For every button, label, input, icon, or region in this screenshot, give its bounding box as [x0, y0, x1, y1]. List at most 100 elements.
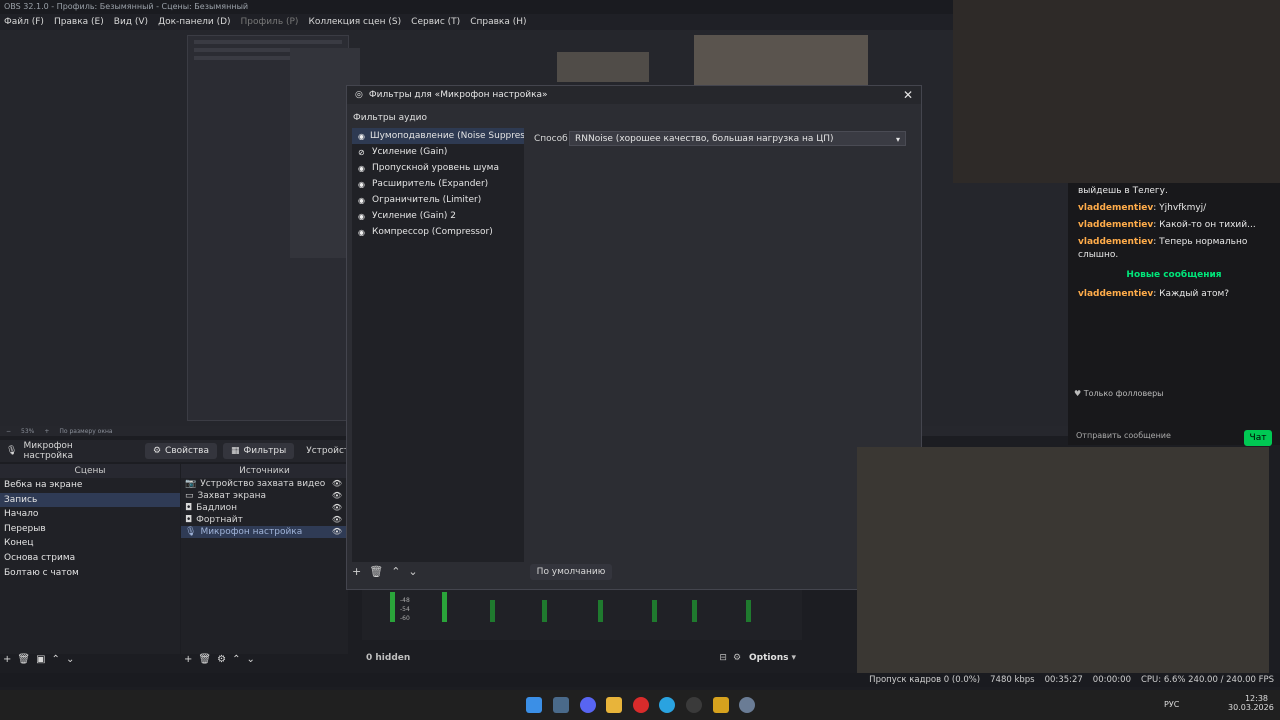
filter-icon: ▦	[231, 446, 240, 456]
move-down-icon[interactable]: ⌄	[66, 654, 74, 665]
visibility-eye-icon[interactable]: ◉	[358, 228, 367, 237]
language-indicator[interactable]: РУС	[1164, 700, 1179, 709]
menu-help[interactable]: Справка (H)	[470, 17, 526, 27]
layout-icon[interactable]: ⊟	[719, 653, 727, 663]
visibility-eye-icon[interactable]: 👁	[332, 514, 342, 526]
chat-message: vladdementiev: Теперь нормально слышно.	[1078, 237, 1248, 260]
discord-icon[interactable]	[580, 697, 596, 713]
source-item-selected[interactable]: 🎙 Микрофон настройка 👁	[181, 526, 348, 538]
source-item[interactable]: ▭ Захват экрана 👁	[181, 490, 348, 502]
audio-mixer: -48 -54 -60	[362, 588, 802, 640]
chevron-down-icon: ▾	[895, 135, 900, 144]
move-up-icon[interactable]: ⌃	[52, 654, 60, 665]
scene-item[interactable]: Конец	[0, 536, 180, 551]
move-up-icon[interactable]: ⌃	[391, 565, 400, 578]
move-down-icon[interactable]: ⌄	[246, 654, 254, 665]
remove-filter-icon[interactable]: 🗑	[369, 565, 383, 578]
chevron-down-icon[interactable]: ▾	[791, 653, 796, 663]
properties-button[interactable]: ⚙ Свойства	[144, 443, 218, 459]
menu-docks[interactable]: Док-панели (D)	[158, 17, 230, 27]
scenes-controls: + 🗑 ▣ ⌃ ⌄	[3, 654, 74, 665]
status-bar: Пропуск кадров 0 (0.0%) 7480 kbps 00:35:…	[0, 673, 1280, 687]
windows-start-icon[interactable]	[526, 697, 542, 713]
method-label: Способ	[534, 134, 568, 144]
visibility-eye-icon[interactable]: 👁	[332, 502, 342, 514]
preview-thumbnail	[557, 52, 649, 82]
hidden-count: 0 hidden	[366, 653, 411, 663]
options-button[interactable]: Options	[749, 653, 788, 663]
chat-message: выйдешь в Телегу.	[1078, 186, 1168, 196]
rec-time: 00:00:00	[1092, 675, 1131, 685]
visibility-eye-icon[interactable]: ◉	[358, 196, 367, 205]
filter-item[interactable]: ◉ Усиление (Gain) 2	[352, 208, 524, 224]
remove-source-icon[interactable]: 🗑	[198, 654, 211, 665]
scene-item[interactable]: Вебка на экране	[0, 478, 180, 493]
visibility-eye-icon[interactable]: ◉	[358, 180, 367, 189]
new-messages-divider: Новые сообщения	[1126, 270, 1222, 280]
method-select[interactable]: RNNoise (хорошее качество, большая нагру…	[569, 131, 906, 146]
add-filter-icon[interactable]: +	[352, 565, 361, 578]
cpu-fps: CPU: 6.6% 240.00 / 240.00 FPS	[1140, 675, 1274, 685]
scene-item[interactable]: Болтаю с чатом	[0, 566, 180, 581]
visibility-eye-icon[interactable]: ◉	[358, 164, 367, 173]
visibility-off-icon[interactable]: ⊘	[358, 148, 367, 157]
app-icon[interactable]	[713, 697, 729, 713]
scene-item-selected[interactable]: Запись	[0, 492, 180, 508]
microphone-icon: 🎙	[6, 446, 18, 456]
filter-item[interactable]: ⊘ Усиление (Gain)	[352, 144, 524, 160]
gamepad-icon: ◘	[185, 515, 193, 525]
close-icon[interactable]: ✕	[903, 88, 913, 102]
add-scene-icon[interactable]: +	[3, 654, 11, 665]
move-down-icon[interactable]: ⌄	[408, 565, 417, 578]
dropped-frames: Пропуск кадров 0 (0.0%)	[869, 675, 981, 685]
source-item[interactable]: ◘ Фортнайт 👁	[181, 514, 348, 526]
file-explorer-icon[interactable]	[606, 697, 622, 713]
scene-item[interactable]: Перерыв	[0, 522, 180, 537]
preview-webcam-thumbnail	[694, 35, 868, 85]
filter-item[interactable]: ◉ Пропускной уровень шума	[352, 160, 524, 176]
scene-item[interactable]: Начало	[0, 507, 180, 522]
menu-edit[interactable]: Правка (E)	[54, 17, 104, 27]
filter-item[interactable]: ◉ Компрессор (Compressor)	[352, 224, 524, 240]
menu-profile[interactable]: Профиль (P)	[241, 17, 299, 27]
visibility-eye-icon[interactable]: 👁	[332, 526, 342, 538]
filters-button[interactable]: ▦ Фильтры	[223, 443, 295, 459]
zoom-out-icon[interactable]: −	[6, 428, 11, 435]
scene-filters-icon[interactable]: ▣	[36, 654, 45, 665]
add-source-icon[interactable]: +	[184, 654, 192, 665]
source-item[interactable]: 📷 Устройство захвата видео 👁	[181, 478, 348, 490]
menu-tools[interactable]: Сервис (T)	[411, 17, 460, 27]
filter-item[interactable]: ◉ Расширитель (Expander)	[352, 176, 524, 192]
yandex-browser-icon[interactable]	[633, 697, 649, 713]
source-item[interactable]: ◘ Бадлион 👁	[181, 502, 348, 514]
telegram-icon[interactable]	[659, 697, 675, 713]
volume-meter	[490, 600, 495, 622]
filter-item[interactable]: ◉ Ограничитель (Limiter)	[352, 192, 524, 208]
defaults-button[interactable]: По умолчанию	[530, 564, 612, 580]
remove-scene-icon[interactable]: 🗑	[17, 654, 30, 665]
visibility-eye-icon[interactable]: 👁	[332, 490, 342, 502]
chat-input[interactable]: Отправить сообщение	[1076, 431, 1171, 440]
settings-gear-icon[interactable]	[739, 697, 755, 713]
visibility-eye-icon[interactable]: ◉	[358, 212, 367, 221]
calculator-icon[interactable]	[553, 697, 569, 713]
visibility-eye-icon[interactable]: 👁	[332, 478, 342, 490]
visibility-eye-icon[interactable]: ◉	[358, 132, 365, 141]
sources-dock: Источники 📷 Устройство захвата видео 👁 ▭ За…	[181, 464, 348, 654]
menu-view[interactable]: Вид (V)	[114, 17, 148, 27]
volume-meter	[542, 600, 547, 622]
move-up-icon[interactable]: ⌃	[232, 654, 240, 665]
chat-button[interactable]: Чат	[1244, 430, 1272, 446]
menu-file[interactable]: Файл (F)	[4, 17, 44, 27]
obs-icon[interactable]	[686, 697, 702, 713]
source-properties-icon[interactable]: ⚙	[217, 654, 226, 665]
clock[interactable]: 12:38 30.03.2026	[1228, 694, 1274, 712]
zoom-mode[interactable]: По размеру окна	[59, 428, 112, 435]
monitor-icon: ▭	[185, 491, 194, 501]
gear-icon[interactable]: ⚙	[733, 653, 741, 663]
zoom-in-icon[interactable]: +	[44, 428, 49, 435]
menu-scene-collection[interactable]: Коллекция сцен (S)	[308, 17, 401, 27]
scene-item[interactable]: Основа стрима	[0, 551, 180, 566]
obs-logo-icon: ◎	[355, 90, 363, 100]
filter-item-selected[interactable]: ◉ Шумоподавление (Noise Suppressio	[352, 128, 524, 144]
